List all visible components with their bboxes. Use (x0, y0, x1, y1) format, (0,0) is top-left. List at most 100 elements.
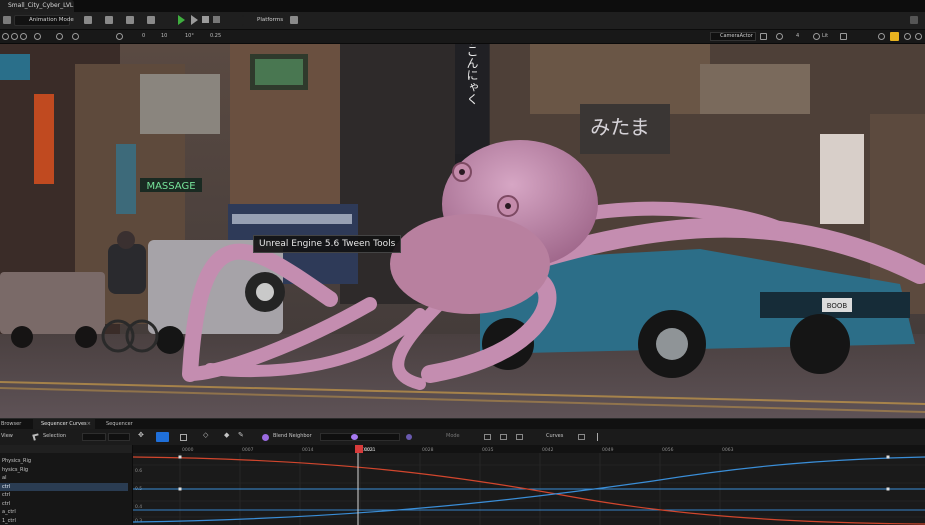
tree-item[interactable]: Physics_Rig (0, 457, 128, 465)
tree-search-bar[interactable] (0, 445, 132, 453)
mode-dropdown-seq[interactable]: Mode (446, 433, 460, 439)
filter-icon[interactable] (578, 434, 585, 440)
lit-mode-icon[interactable] (813, 33, 820, 40)
warning-icon[interactable] (760, 33, 767, 40)
add-actor-icon[interactable] (84, 16, 92, 24)
timeline-tick-label: 0035 (482, 447, 494, 453)
timeline-tick-label: 0028 (422, 447, 434, 453)
camera-actor-dropdown[interactable]: CameraActor (710, 32, 756, 41)
timeline-tick-label: 0042 (542, 447, 554, 453)
curve-key[interactable] (886, 455, 890, 459)
grid-snap-icon[interactable] (72, 33, 79, 40)
step-icon[interactable] (191, 15, 198, 25)
tree-item[interactable]: ctrl (0, 482, 128, 491)
viewport-tooltip: Unreal Engine 5.6 Tween Tools (253, 235, 402, 253)
show-icon[interactable] (776, 33, 783, 40)
playhead-marker[interactable] (355, 445, 363, 453)
key-filled-icon[interactable]: ◆ (224, 431, 229, 439)
key-icon[interactable]: ◇ (203, 431, 208, 439)
view-menu[interactable]: View (1, 433, 13, 439)
timeline-tick-label: 0014 (302, 447, 314, 453)
value-translate-snap[interactable]: 10 (161, 33, 167, 39)
tween-slider-handle[interactable] (351, 434, 358, 440)
stop-icon[interactable] (202, 16, 209, 23)
viewport-scene: MASSAGE りこんにゃく みたま BOOB (0, 44, 925, 418)
cursor-icon[interactable] (32, 433, 40, 441)
blueprint-icon[interactable] (105, 16, 113, 24)
tangent-icon[interactable] (516, 434, 523, 440)
realtime-icon[interactable] (840, 33, 847, 40)
tree-item[interactable]: ctrl (0, 491, 128, 499)
sequencer-toolbar: View Selection ✥ ◇ ◆ ✎ Blend Neighbor Mo… (0, 429, 925, 446)
frame-icon[interactable] (180, 434, 187, 441)
camera-speed-icon[interactable] (116, 33, 123, 40)
tween-option-icon[interactable] (406, 434, 412, 440)
time-field[interactable] (82, 433, 106, 441)
translate-icon[interactable] (11, 33, 18, 40)
brush-icon[interactable]: ✎ (238, 431, 244, 439)
tree-item[interactable]: ctrl (0, 500, 128, 508)
platforms-menu[interactable]: Platforms (242, 15, 286, 26)
camera-actor-label: CameraActor (720, 33, 753, 39)
selection-menu[interactable]: Selection (43, 433, 66, 439)
save-icon[interactable] (3, 16, 11, 24)
layout-icon[interactable] (904, 33, 911, 40)
blend-mode-dropdown[interactable]: Blend Neighbor (273, 433, 312, 439)
value-scale-snap[interactable]: 0.25 (210, 33, 221, 39)
value-field[interactable] (108, 433, 130, 441)
surface-snap-icon[interactable] (56, 33, 63, 40)
curve-key[interactable] (886, 487, 890, 491)
project-settings-icon[interactable] (290, 16, 298, 24)
tween-slider[interactable] (320, 433, 400, 441)
y-axis-label: 0.4 (135, 504, 142, 510)
tree-item[interactable]: hysics_Rig (0, 466, 128, 474)
massage-sign: MASSAGE (146, 181, 195, 192)
curve-graph-canvas[interactable]: 0000 0007 0014 0021 0028 0035 0042 0049 0056 0063… (133, 445, 925, 525)
level-tab[interactable]: Small_City_Cyber_LVL (0, 0, 74, 12)
timeline-tick-label: 0000 (182, 447, 194, 453)
value-rotate-snap[interactable]: 10° (185, 33, 194, 39)
settings-icon[interactable] (147, 16, 155, 24)
vertical-jp-sign: りこんにゃく (465, 44, 479, 105)
curve-key[interactable] (178, 487, 182, 491)
world-space-icon[interactable] (34, 33, 41, 40)
split-icon[interactable] (597, 433, 598, 441)
car-plate: BOOB (827, 302, 848, 310)
tree-item[interactable]: a_ctrl (0, 508, 128, 516)
lit-label[interactable]: Lit (822, 33, 828, 39)
snap-toggle-icon[interactable] (156, 432, 169, 442)
tree-item[interactable]: al (0, 474, 128, 482)
move-icon[interactable]: ✥ (138, 431, 144, 439)
tab-sequencer-curves-label: Sequencer Curves (41, 421, 87, 427)
curve-key[interactable] (178, 455, 182, 459)
eject-icon[interactable] (213, 16, 220, 23)
tab-content-browser-label: Browser (1, 421, 22, 427)
viewport-options-icon[interactable] (915, 33, 922, 40)
level-tab-label: Small_City_Cyber_LVL (8, 2, 74, 9)
mode-dropdown[interactable]: Animation Mode (14, 15, 74, 26)
curves-menu[interactable]: Curves (546, 433, 563, 439)
cinematics-icon[interactable] (126, 16, 134, 24)
play-icon[interactable] (178, 15, 185, 25)
blend-icon[interactable] (262, 434, 269, 441)
scalability-value[interactable]: 4 (796, 33, 799, 39)
tab-sequencer-label: Sequencer (106, 421, 133, 427)
viewport-toolbar: 0 10 10° 0.25 CameraActor 4 Lit (0, 30, 925, 44)
level-viewport[interactable]: MASSAGE りこんにゃく みたま BOOB Unreal Engine 5.… (0, 44, 925, 418)
fit-icon[interactable] (500, 434, 507, 440)
tree-item[interactable]: 1_ctrl (0, 517, 128, 525)
curve-graph[interactable]: 0000 0007 0014 0021 0028 0035 0042 0049 0056 0063… (133, 445, 925, 525)
more-options-icon[interactable] (910, 16, 918, 24)
y-axis-label: 0.3 (135, 518, 142, 524)
fullscreen-icon[interactable] (878, 33, 885, 40)
curve-red[interactable] (133, 456, 925, 525)
timeline-tick-label: 0049 (602, 447, 614, 453)
timeline-tick-label: 0007 (242, 447, 254, 453)
rotate-icon[interactable] (20, 33, 27, 40)
value-grid[interactable]: 0 (142, 33, 145, 39)
notification-icon[interactable] (890, 32, 899, 41)
select-mode-icon[interactable] (2, 33, 9, 40)
normalize-icon[interactable] (484, 434, 491, 440)
curve-tree: Physics_Rig hysics_Rig al ctrl ctrl ctrl a_ctr… (0, 445, 133, 525)
platforms-label: Platforms (257, 17, 284, 23)
